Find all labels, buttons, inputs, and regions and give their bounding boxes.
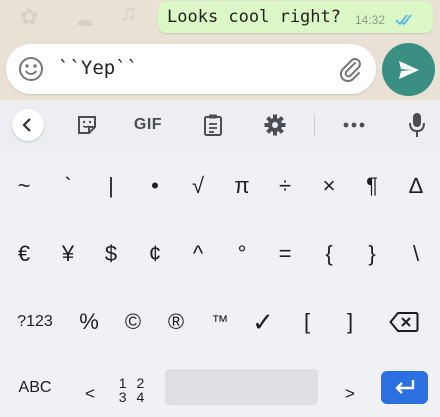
key-backslash[interactable]: \	[394, 234, 438, 274]
paperclip-icon[interactable]	[338, 56, 364, 82]
clipboard-button[interactable]	[198, 110, 228, 140]
numpad-label-bottom: 3 4	[118, 389, 148, 405]
key-bracket-right[interactable]: ]	[328, 302, 372, 342]
key-pi[interactable]: π	[220, 166, 264, 206]
double-check-icon	[395, 14, 412, 26]
key-copyright[interactable]: ©	[111, 302, 155, 342]
key-numbers-toggle[interactable]: ?123	[10, 302, 60, 342]
settings-button[interactable]	[260, 110, 290, 140]
sticker-button[interactable]	[72, 110, 102, 140]
more-button[interactable]	[339, 110, 369, 140]
clipboard-icon	[204, 114, 222, 136]
key-multiply[interactable]: ×	[307, 166, 351, 206]
message-bubble[interactable]: Looks cool right? 14:32	[158, 1, 433, 33]
key-letters-toggle[interactable]: ABC	[10, 368, 60, 408]
key-divide[interactable]: ÷	[263, 166, 307, 206]
mic-icon	[409, 113, 425, 137]
key-degree[interactable]: °	[220, 234, 264, 274]
collapse-toolbar-button[interactable]	[12, 109, 44, 141]
sticker-icon	[78, 116, 96, 134]
emoji-icon[interactable]	[18, 56, 44, 82]
message-text: Looks cool right?	[167, 7, 341, 27]
key-yen[interactable]: ¥	[46, 234, 90, 274]
wallpaper-doodle-icon: ♫	[120, 0, 137, 25]
gif-button[interactable]: GIF	[130, 110, 166, 140]
message-input-bar[interactable]: ``Yep``	[6, 44, 376, 94]
key-delta[interactable]: ∆	[394, 166, 438, 206]
chevron-left-icon	[22, 118, 31, 132]
key-percent[interactable]: %	[67, 302, 111, 342]
more-icon	[343, 122, 365, 128]
enter-icon	[395, 380, 415, 394]
voice-input-button[interactable]	[402, 110, 432, 140]
key-checkmark[interactable]: ✓	[241, 302, 285, 342]
numpad-label-top: 1 2	[118, 375, 148, 391]
wallpaper-doodle-icon: ✿	[20, 4, 39, 29]
key-backtick[interactable]: `	[46, 166, 90, 206]
key-equals[interactable]: =	[263, 234, 307, 274]
enter-key[interactable]	[381, 371, 428, 404]
keyboard: GIF ~ ` | • √ π ÷ × ¶ ∆ € ¥ $ ¢ ^ ° = {…	[0, 100, 440, 417]
key-greater-than[interactable]: >	[328, 374, 372, 414]
key-bracket-left[interactable]: [	[285, 302, 329, 342]
message-time: 14:32	[355, 13, 386, 27]
space-bar[interactable]	[165, 369, 318, 405]
send-icon	[399, 61, 419, 79]
gear-icon	[264, 114, 286, 136]
key-dollar[interactable]: $	[89, 234, 133, 274]
key-brace-left[interactable]: {	[307, 234, 351, 274]
key-caret[interactable]: ^	[176, 234, 220, 274]
key-numpad-toggle[interactable]: 1 2 3 4	[111, 370, 155, 410]
key-bullet[interactable]: •	[133, 166, 177, 206]
toolbar-divider	[314, 114, 315, 136]
key-less-than[interactable]: <	[68, 374, 112, 414]
key-euro[interactable]: €	[2, 234, 46, 274]
backspace-key[interactable]	[382, 302, 426, 342]
key-registered[interactable]: ®	[154, 302, 198, 342]
key-pilcrow[interactable]: ¶	[350, 166, 394, 206]
send-button[interactable]	[382, 43, 435, 96]
backspace-icon	[389, 312, 419, 332]
message-input-field[interactable]: ``Yep``	[58, 57, 138, 79]
key-trademark[interactable]: ™	[198, 302, 242, 342]
wallpaper-doodle-icon: ☂	[75, 14, 95, 39]
key-sqrt[interactable]: √	[176, 166, 220, 206]
gif-label: GIF	[133, 116, 163, 133]
keyboard-toolbar: GIF	[0, 100, 440, 150]
key-tilde[interactable]: ~	[2, 166, 46, 206]
key-brace-right[interactable]: }	[350, 234, 394, 274]
key-pipe[interactable]: |	[89, 166, 133, 206]
key-cent[interactable]: ¢	[133, 234, 177, 274]
